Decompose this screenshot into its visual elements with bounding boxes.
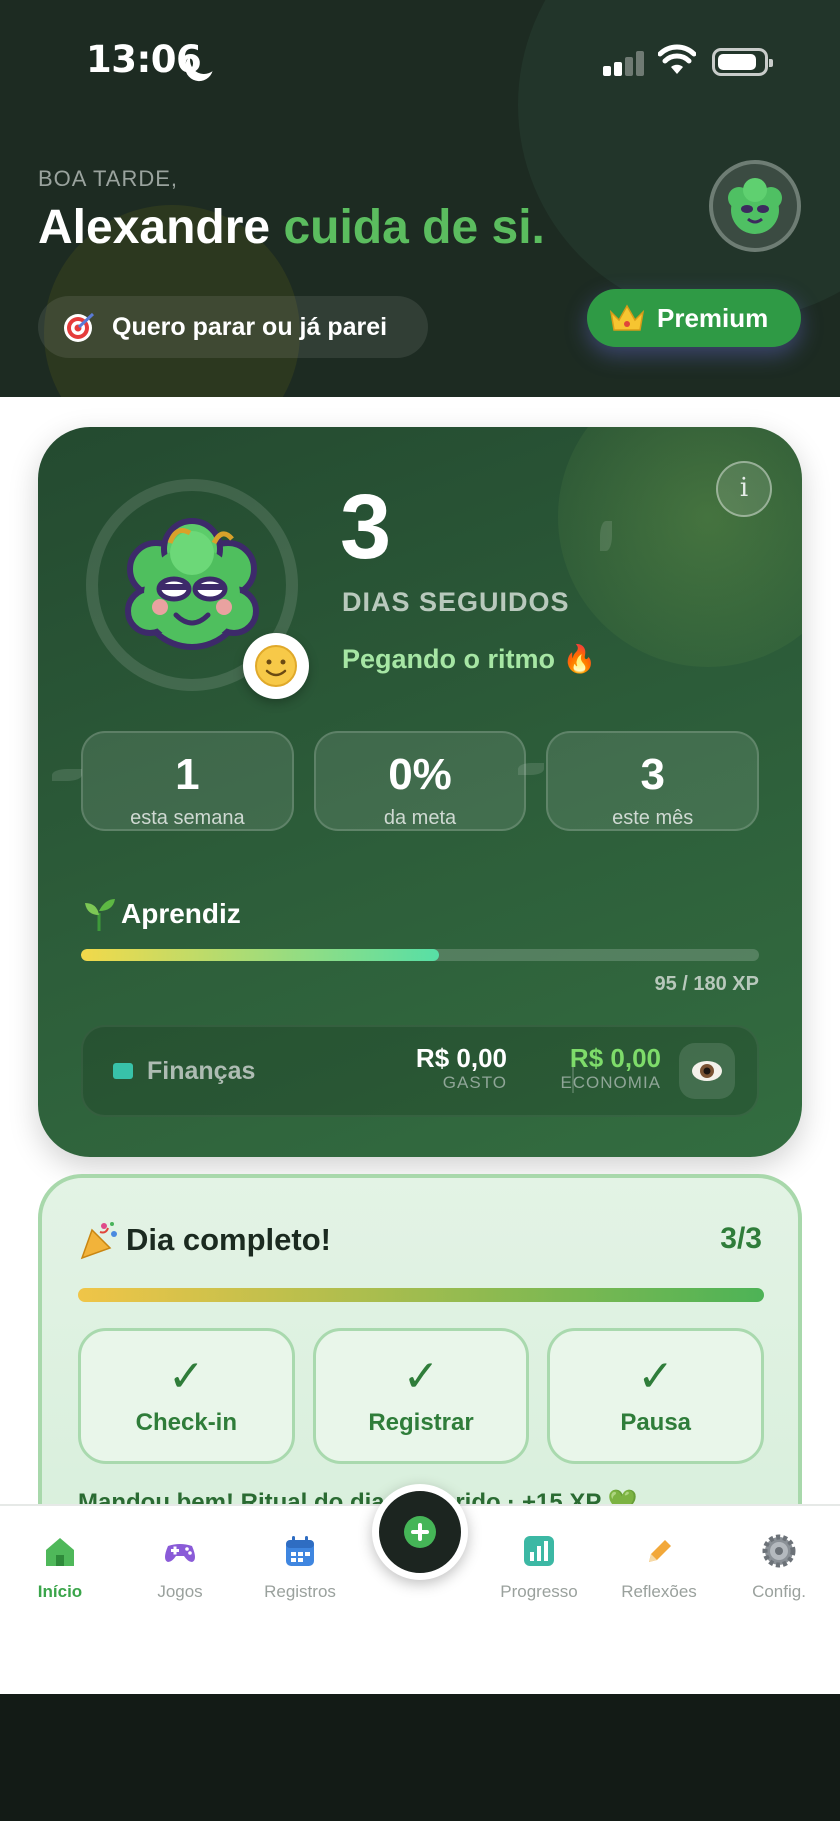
quit-button-label: Quero parar ou já parei [112, 312, 388, 341]
finance-spent-value: R$ 0,00 [415, 1043, 507, 1073]
battery-icon [712, 48, 773, 76]
signal-icon [603, 50, 645, 76]
xp-progress-fill [81, 949, 439, 961]
eye-icon [692, 1061, 722, 1081]
daily-ritual-count: 3/3 [720, 1222, 762, 1255]
header: 13:06 BOA TARDE, Alexandre cuida de si. [0, 0, 840, 397]
finance-saved-label: ECONOMIA [560, 1073, 661, 1092]
greeting-tagline: cuida de si. [283, 201, 545, 254]
stat-label: esta semana [130, 807, 245, 829]
finance-spent: R$ 0,00 GASTO [416, 1045, 507, 1093]
tab-label: Reflexões [621, 1582, 697, 1601]
tab-label: Registros [264, 1582, 336, 1601]
tab-label: Início [37, 1582, 83, 1601]
task-label: Pausa [620, 1409, 692, 1436]
tab-label: Config. [752, 1582, 806, 1601]
finance-spent-label: GASTO [442, 1073, 507, 1092]
wifi-icon [658, 44, 696, 74]
stat-label: da meta [383, 807, 457, 829]
level-name: Aprendiz [121, 898, 241, 929]
mascot-icon [125, 518, 259, 650]
finance-panel[interactable]: Finanças R$ 0,00 GASTO R$ 0,00 ECONOMIA [81, 1025, 759, 1117]
check-icon: ✓ [167, 1351, 205, 1402]
level-row: Aprendiz [81, 897, 241, 931]
tab-progresso[interactable]: Progresso [484, 1534, 594, 1602]
streak-card: i 3 DIAS SEGUIDOS Pegando o ritmo 🔥 1 es… [38, 427, 802, 1157]
plus-icon [404, 1516, 436, 1548]
task-checkin[interactable]: ✓ Check-in [78, 1328, 295, 1464]
streak-count: 3 [340, 476, 392, 578]
stat-goal: 0% da meta [313, 731, 527, 831]
crown-icon [609, 304, 645, 331]
info-icon[interactable]: i [716, 461, 772, 517]
gamepad-icon [165, 1544, 195, 1562]
tab-reflexoes[interactable]: Reflexões [604, 1534, 714, 1602]
avatar-mascot-icon [728, 178, 782, 234]
daily-tasks: ✓ Check-in ✓ Registrar ✓ Pausa [78, 1328, 765, 1464]
premium-button-label: Premium [657, 302, 769, 333]
tab-label: Jogos [157, 1582, 203, 1601]
stat-week: 1 esta semana [81, 731, 294, 831]
avatar[interactable] [709, 160, 801, 252]
check-icon: ✓ [402, 1351, 440, 1402]
stat-value: 0% [388, 750, 452, 799]
streak-status: Pegando o ritmo 🔥 [342, 644, 597, 674]
xp-text: 95 / 180 XP [654, 973, 759, 995]
tab-label: Progresso [500, 1582, 578, 1601]
status-time: 13:06 [86, 38, 202, 81]
finance-title: Finanças [147, 1057, 256, 1085]
finance-saved-value: R$ 0,00 [569, 1043, 661, 1073]
chart-icon [524, 1536, 554, 1566]
toggle-visibility-button[interactable] [679, 1043, 735, 1099]
finance-saved: R$ 0,00 ECONOMIA [560, 1045, 661, 1093]
gear-icon [762, 1534, 796, 1568]
tab-jogos[interactable]: Jogos [125, 1534, 235, 1602]
task-registrar[interactable]: ✓ Registrar [312, 1328, 530, 1464]
tab-config[interactable]: Config. [724, 1534, 834, 1602]
stats-row: 1 esta semana 0% da meta 3 este mês [81, 731, 760, 831]
tab-inicio[interactable]: Início [5, 1534, 115, 1602]
leaf-decoration [600, 521, 612, 551]
wallet-icon [113, 1063, 133, 1079]
task-label: Check-in [135, 1409, 238, 1436]
mood-emoji-icon[interactable] [243, 633, 309, 699]
xp-progress-bar [81, 949, 759, 961]
daily-ritual-title-text: Dia completo! [126, 1222, 331, 1257]
pencil-icon [649, 1540, 671, 1562]
tab-registros[interactable]: Registros [245, 1534, 355, 1602]
home-icon [46, 1538, 74, 1566]
stat-label: este mês [612, 807, 694, 829]
stat-value: 3 [640, 750, 665, 799]
streak-label: DIAS SEGUIDOS [342, 587, 570, 617]
task-pausa[interactable]: ✓ Pausa [547, 1328, 765, 1464]
card-glow [558, 427, 802, 667]
daily-ritual-progress [78, 1288, 764, 1302]
app-screen: 13:06 BOA TARDE, Alexandre cuida de si. [0, 0, 840, 1694]
party-popper-icon [80, 1222, 117, 1260]
task-label: Registrar [368, 1409, 474, 1436]
leaf-decoration [52, 769, 82, 781]
target-icon [64, 312, 95, 342]
stat-month: 3 este mês [546, 731, 760, 831]
greeting-label: BOA TARDE, [38, 166, 179, 191]
calendar-icon [286, 1536, 314, 1566]
check-icon: ✓ [637, 1351, 675, 1402]
premium-button[interactable]: Premium [587, 289, 801, 347]
user-name: Alexandre [38, 201, 271, 254]
quit-button[interactable]: Quero parar ou já parei [38, 296, 428, 358]
add-button[interactable] [372, 1484, 468, 1580]
daily-ritual-title: Dia completo! [78, 1220, 331, 1260]
stat-value: 1 [175, 750, 200, 799]
greeting-title: Alexandre cuida de si. [38, 200, 545, 255]
sprout-icon [85, 899, 115, 931]
